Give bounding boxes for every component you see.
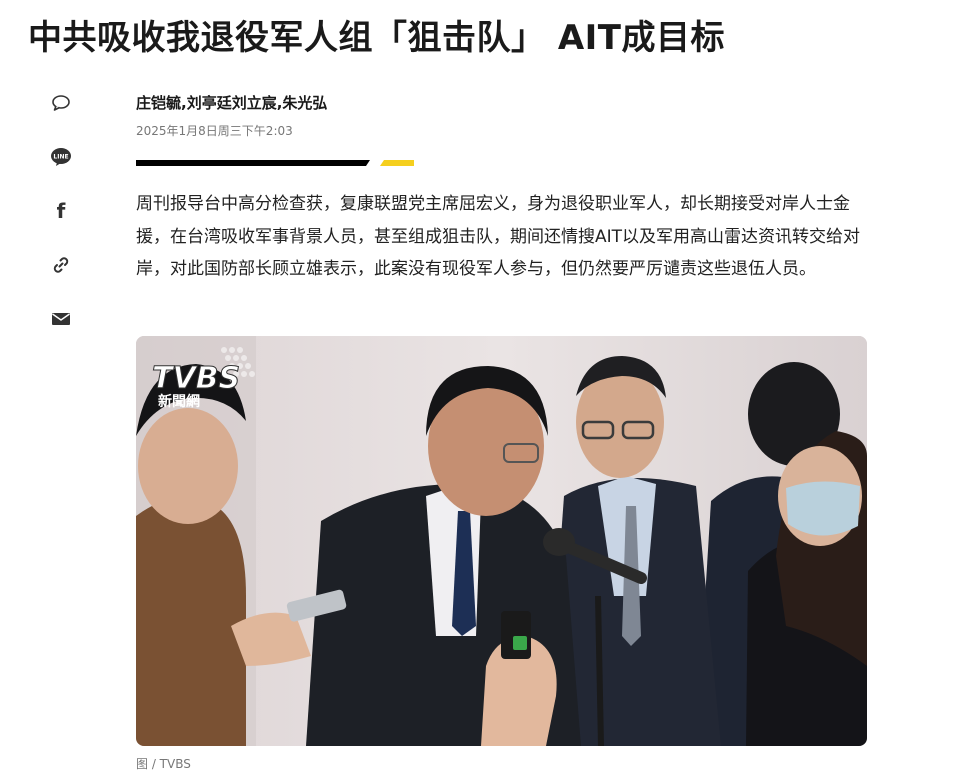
- article-datetime: 2025年1月8日周三下午2:03: [136, 124, 293, 138]
- share-mail-button[interactable]: [44, 302, 78, 336]
- divider-yellow-accent: [380, 160, 414, 166]
- share-facebook-button[interactable]: f: [44, 194, 78, 228]
- article-lead-paragraph: 周刊报导台中高分检查获，复康联盟党主席屈宏义，身为退役职业军人，却长期接受对岸人…: [136, 194, 861, 279]
- line-icon: LINE: [51, 148, 71, 166]
- article-photo[interactable]: TVBS 新聞網: [136, 336, 867, 746]
- comment-button[interactable]: [44, 86, 78, 120]
- share-rail: LINE f: [44, 86, 78, 356]
- copy-link-button[interactable]: [44, 248, 78, 282]
- press-conference-photo: TVBS 新聞網: [136, 336, 867, 746]
- divider-black: [136, 160, 370, 166]
- comment-icon: [52, 95, 70, 111]
- facebook-icon-label: f: [57, 201, 66, 221]
- facebook-icon: f: [57, 201, 66, 221]
- line-icon-label: LINE: [53, 154, 68, 161]
- mail-icon: [52, 313, 70, 325]
- link-icon: [53, 257, 69, 273]
- share-line-button[interactable]: LINE: [44, 140, 78, 174]
- article-headline: 中共吸收我退役军人组「狙击队」 AIT成目标: [28, 18, 725, 58]
- tvbs-logo-subtext: 新聞網: [158, 393, 200, 410]
- byline: 庄铠毓,刘亭廷刘立宸,朱光弘 2025年1月8日周三下午2:03: [136, 92, 327, 139]
- photo-caption: 图 / TVBS: [136, 757, 191, 771]
- article-authors[interactable]: 庄铠毓,刘亭廷刘立宸,朱光弘: [136, 92, 327, 113]
- tvbs-logo-text: TVBS: [152, 361, 240, 396]
